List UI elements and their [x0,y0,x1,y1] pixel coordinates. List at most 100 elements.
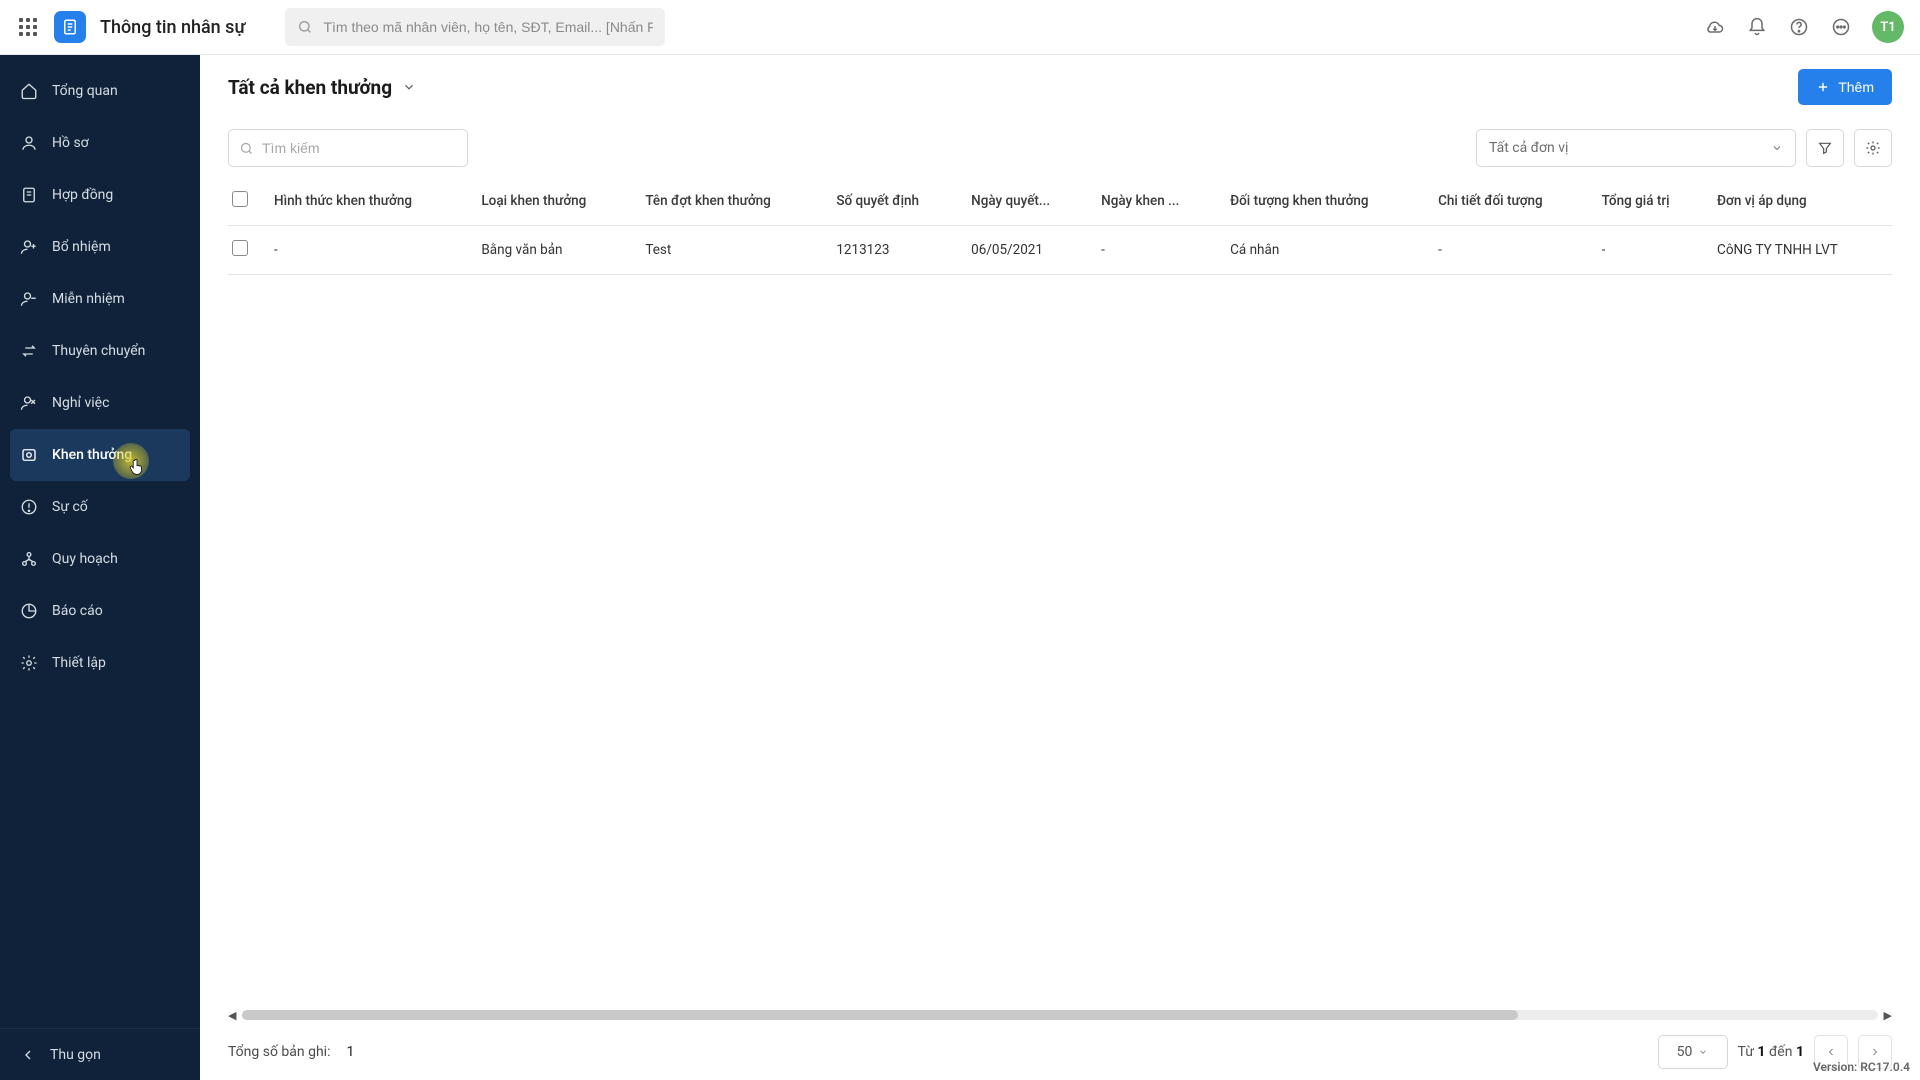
search-icon [297,19,313,35]
swap-icon [20,342,38,360]
sidebar-item-label: Thiết lập [52,655,106,671]
sidebar-item-report[interactable]: Báo cáo [0,585,200,637]
sidebar-item-dismiss[interactable]: Miễn nhiệm [0,273,200,325]
chevron-down-icon [1771,142,1783,154]
total-count: 1 [346,1044,354,1060]
sidebar-item-label: Bổ nhiệm [52,239,111,255]
award-icon [20,446,38,464]
total-label: Tổng số bản ghi: [228,1044,330,1060]
user-off-icon [20,394,38,412]
sidebar-item-planning[interactable]: Quy hoạch [0,533,200,585]
col-header[interactable]: Số quyết định [826,177,961,226]
col-header[interactable]: Ngày khen ... [1091,177,1220,226]
col-header[interactable]: Chi tiết đối tượng [1428,177,1592,226]
app-title: Thông tin nhân sự [100,17,245,38]
col-header[interactable]: Tên đợt khen thưởng [635,177,826,226]
col-header[interactable]: Tổng giá trị [1592,177,1707,226]
sidebar-item-label: Tổng quan [52,83,118,99]
apps-launcher-icon[interactable] [16,15,40,39]
cell: Cá nhân [1220,226,1428,275]
select-all-checkbox[interactable] [232,191,248,207]
data-table: Hình thức khen thưởng Loại khen thưởng T… [228,177,1892,275]
col-header[interactable]: Ngày quyết... [961,177,1091,226]
range-text: Từ 1 đến 1 [1738,1044,1804,1060]
chevron-left-icon [20,1047,36,1063]
sidebar-item-contract[interactable]: Hợp đồng [0,169,200,221]
cell: 06/05/2021 [961,226,1091,275]
chevron-left-icon [1825,1046,1837,1058]
global-search[interactable] [285,8,665,46]
cell: Test [635,226,826,275]
cell: Bằng văn bản [471,226,635,275]
sidebar-item-label: Nghỉ việc [52,395,109,411]
sidebar-item-label: Miễn nhiệm [52,291,125,307]
table-footer: Tổng số bản ghi: 1 50 Từ 1 đến 1 [200,1024,1920,1080]
sidebar-item-incident[interactable]: Sự cố [0,481,200,533]
org-icon [20,550,38,568]
horizontal-scrollbar[interactable]: ◀ ▶ [228,1006,1892,1024]
unit-select-value: Tất cả đơn vị [1489,140,1568,156]
app-logo[interactable] [54,11,86,43]
page-title-dropdown[interactable]: Tất cả khen thưởng [228,76,416,99]
document-icon [20,186,38,204]
gear-icon [20,654,38,672]
sidebar-item-label: Sự cố [52,499,88,515]
avatar[interactable]: T1 [1872,11,1904,43]
cloud-icon[interactable] [1704,16,1726,38]
search-icon [239,141,254,156]
user-minus-icon [20,290,38,308]
table-row[interactable]: - Bằng văn bản Test 1213123 06/05/2021 -… [228,226,1892,275]
scroll-track[interactable] [242,1010,1877,1020]
page-size-select[interactable]: 50 [1658,1035,1728,1069]
cell: 1213123 [826,226,961,275]
toolbar: Tất cả đơn vị [200,119,1920,177]
sidebar-item-reward[interactable]: Khen thưởng [10,429,190,481]
scroll-left-icon[interactable]: ◀ [228,1009,236,1022]
col-header[interactable]: Đơn vị áp dụng [1707,177,1892,226]
page-title: Tất cả khen thưởng [228,76,392,99]
sidebar-item-overview[interactable]: Tổng quan [0,65,200,117]
sidebar-item-label: Hồ sơ [52,135,89,151]
plus-icon [1816,80,1830,94]
sidebar-item-appoint[interactable]: Bổ nhiệm [0,221,200,273]
feedback-icon[interactable] [1830,16,1852,38]
chevron-right-icon [1869,1046,1881,1058]
table-container: Hình thức khen thưởng Loại khen thưởng T… [200,177,1920,1006]
table-header-row: Hình thức khen thưởng Loại khen thưởng T… [228,177,1892,226]
sidebar-items: Tổng quan Hồ sơ Hợp đồng Bổ nhiệm Miễn n… [0,55,200,1028]
table-search-input[interactable] [262,140,457,156]
settings-button[interactable] [1854,129,1892,167]
col-header[interactable]: Loại khen thưởng [471,177,635,226]
version-text: Version: RC17.0.4 [1813,1060,1910,1074]
row-checkbox[interactable] [232,240,248,256]
sidebar: Tổng quan Hồ sơ Hợp đồng Bổ nhiệm Miễn n… [0,55,200,1080]
sidebar-item-profile[interactable]: Hồ sơ [0,117,200,169]
global-search-input[interactable] [323,19,653,35]
table-search[interactable] [228,129,468,167]
bell-icon[interactable] [1746,16,1768,38]
col-header[interactable]: Hình thức khen thưởng [264,177,471,226]
add-button[interactable]: Thêm [1798,69,1892,105]
cell: - [1091,226,1220,275]
sidebar-item-resign[interactable]: Nghỉ việc [0,377,200,429]
page-size-value: 50 [1677,1044,1693,1060]
cell: - [1428,226,1592,275]
home-icon [20,82,38,100]
col-header[interactable]: Đối tượng khen thưởng [1220,177,1428,226]
sidebar-item-label: Quy hoạch [52,551,118,567]
sidebar-item-label: Báo cáo [52,603,103,619]
unit-select[interactable]: Tất cả đơn vị [1476,129,1796,167]
sidebar-collapse[interactable]: Thu gọn [0,1028,200,1080]
scroll-thumb[interactable] [242,1010,1517,1020]
chevron-down-icon [1698,1047,1708,1057]
app-header: Thông tin nhân sự T1 [0,0,1920,55]
filter-button[interactable] [1806,129,1844,167]
sidebar-item-transfer[interactable]: Thuyên chuyển [0,325,200,377]
user-icon [20,134,38,152]
help-icon[interactable] [1788,16,1810,38]
cell: - [1592,226,1707,275]
gear-icon [1865,140,1881,156]
scroll-right-icon[interactable]: ▶ [1884,1009,1892,1022]
chevron-down-icon [402,80,416,94]
sidebar-item-setting[interactable]: Thiết lập [0,637,200,689]
